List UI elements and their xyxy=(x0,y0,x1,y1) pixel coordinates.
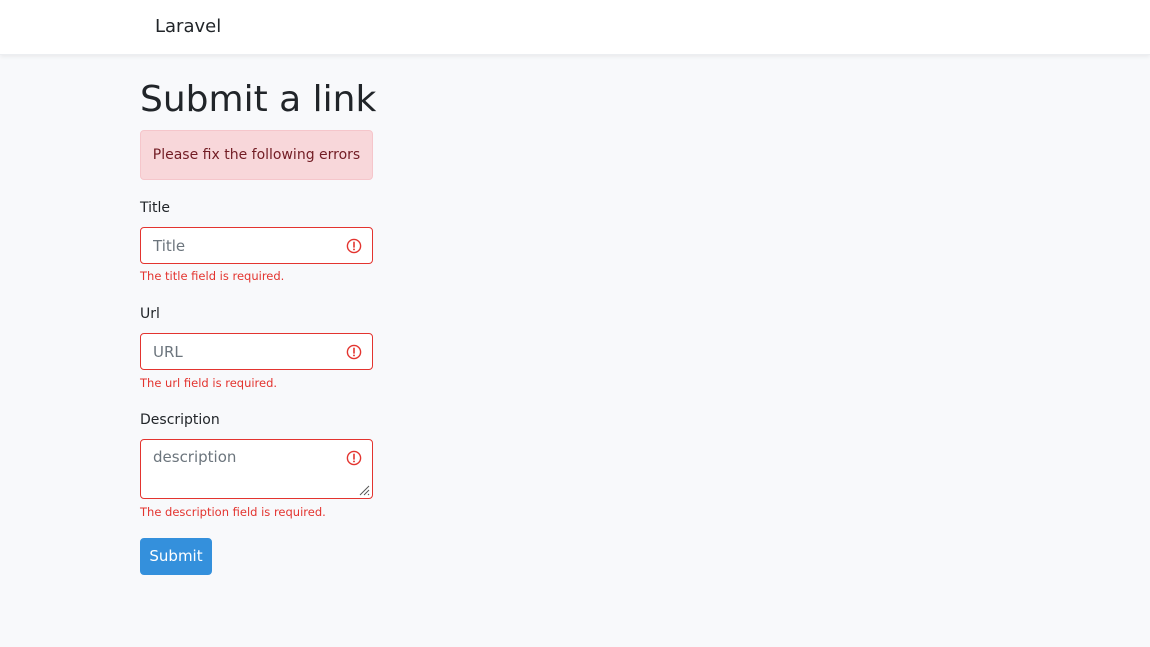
resize-grip-icon[interactable] xyxy=(358,484,370,496)
exclamation-circle-icon xyxy=(346,344,362,359)
exclamation-circle-icon xyxy=(346,450,362,465)
navbar: Laravel xyxy=(0,0,1150,55)
brand-link[interactable]: Laravel xyxy=(155,16,221,38)
description-field[interactable] xyxy=(140,439,373,499)
error-alert: Please fix the following errors xyxy=(140,130,373,180)
description-error: The description field is required. xyxy=(140,505,326,519)
exclamation-circle-icon xyxy=(346,238,362,253)
description-label: Description xyxy=(140,412,220,428)
title-error: The title field is required. xyxy=(140,269,285,283)
description-textarea[interactable] xyxy=(153,448,343,490)
title-label: Title xyxy=(140,200,171,216)
url-error: The url field is required. xyxy=(140,376,278,390)
title-input[interactable] xyxy=(153,236,343,256)
url-label: Url xyxy=(140,306,160,322)
title-field[interactable] xyxy=(140,227,373,264)
url-field[interactable] xyxy=(140,333,373,370)
page-title: Submit a link xyxy=(140,79,377,120)
submit-button[interactable]: Submit xyxy=(140,538,212,575)
url-input[interactable] xyxy=(153,342,343,362)
